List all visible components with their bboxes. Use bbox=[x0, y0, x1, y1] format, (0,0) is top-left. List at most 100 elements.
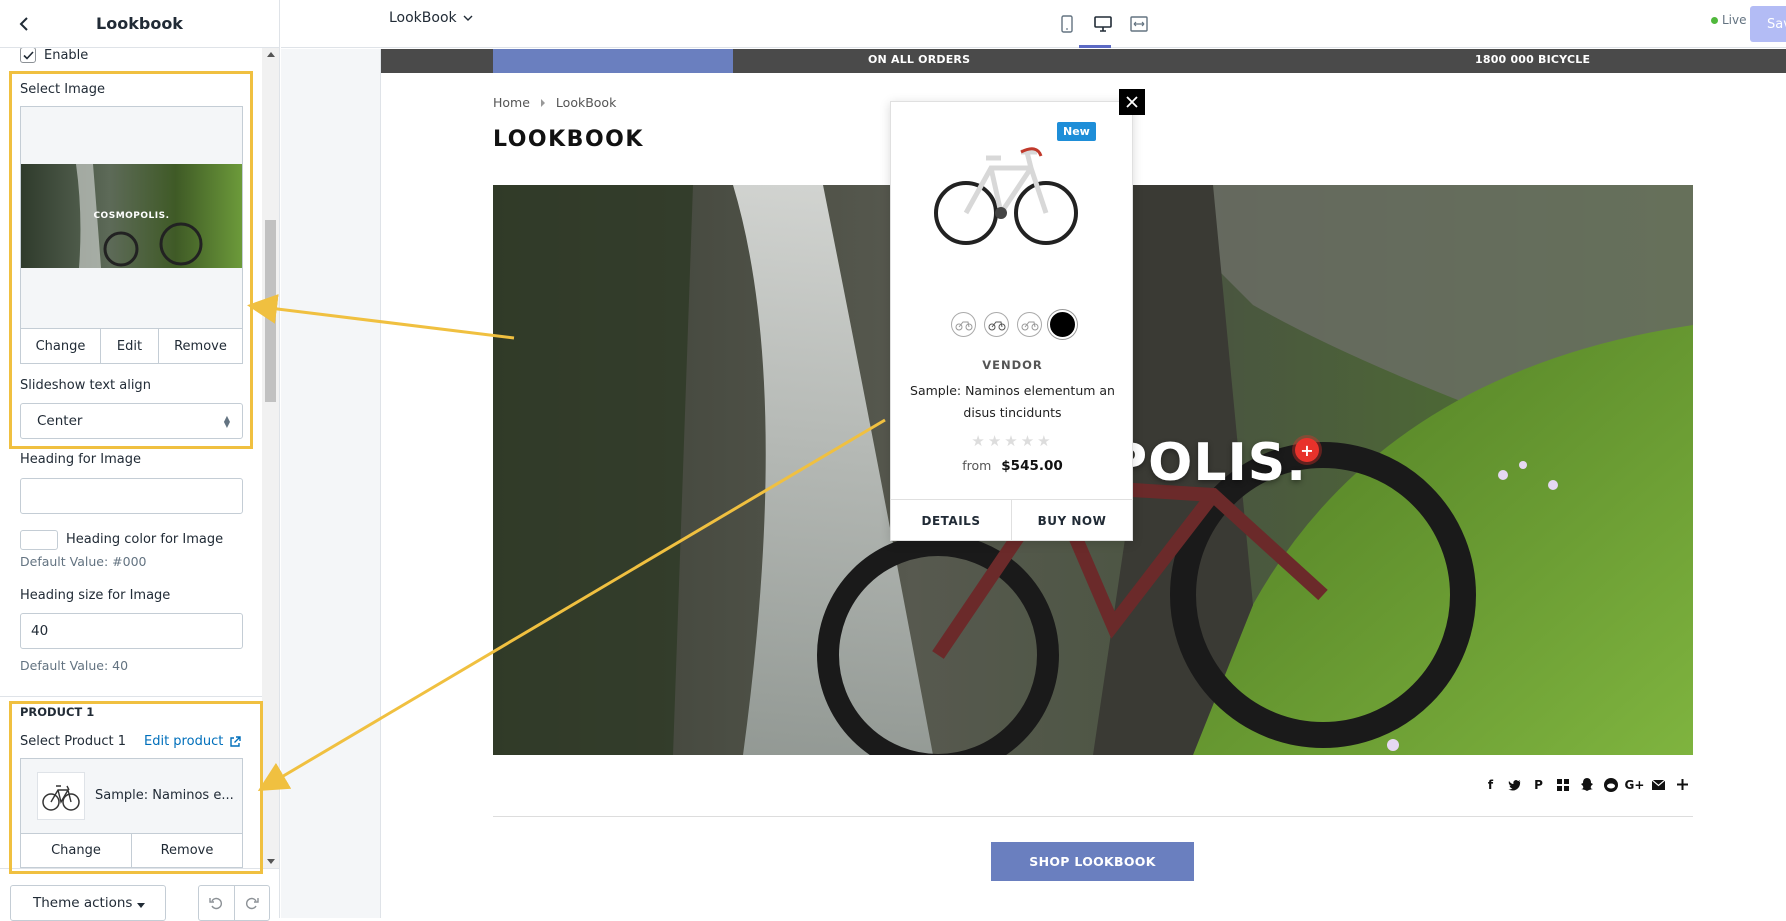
change-image-button[interactable]: Change bbox=[21, 329, 101, 363]
theme-actions-label: Theme actions bbox=[33, 895, 133, 911]
change-product-button[interactable]: Change bbox=[21, 834, 132, 867]
bicycle-icon bbox=[42, 785, 80, 811]
product-thumbnail bbox=[37, 772, 85, 820]
price-prefix: from bbox=[962, 458, 992, 473]
star-icon: ★ bbox=[1020, 432, 1038, 450]
checkmark-icon bbox=[22, 50, 34, 60]
grid-icon[interactable] bbox=[1554, 776, 1571, 793]
sidebar-scrollbar[interactable] bbox=[262, 48, 279, 868]
variant-swatch[interactable] bbox=[1017, 312, 1042, 337]
mobile-view-button[interactable] bbox=[1053, 10, 1081, 38]
expand-icon bbox=[1130, 16, 1148, 32]
breadcrumb: Home LookBook bbox=[493, 95, 616, 110]
scroll-up-icon[interactable] bbox=[267, 52, 275, 57]
bike-thumb-icon bbox=[1021, 321, 1038, 330]
breadcrumb-home[interactable]: Home bbox=[493, 95, 530, 110]
product-name: Sample: Naminos e... bbox=[95, 788, 234, 803]
breadcrumb-current: LookBook bbox=[555, 95, 617, 110]
bike-thumb-icon bbox=[955, 321, 972, 330]
selected-product-card: Sample: Naminos e... Change Remove bbox=[20, 758, 243, 868]
product-quickview-popup: New VENDOR Sample: Naminos elementum an … bbox=[890, 101, 1133, 541]
save-button[interactable]: Sav bbox=[1750, 6, 1786, 42]
product-hotspot[interactable]: + bbox=[1295, 438, 1319, 462]
redo-icon bbox=[245, 897, 259, 910]
hero-heading: POLIS. bbox=[1109, 433, 1308, 493]
page-selector[interactable]: LookBook bbox=[389, 10, 473, 26]
star-icon: ★ bbox=[1037, 432, 1054, 450]
twitter-icon[interactable] bbox=[1506, 776, 1523, 793]
caret-down-icon bbox=[137, 903, 145, 908]
heading-color-swatch[interactable] bbox=[20, 530, 58, 550]
edit-image-button[interactable]: Edit bbox=[101, 329, 159, 363]
pinterest-icon[interactable]: P bbox=[1530, 776, 1547, 793]
chevron-down-icon bbox=[463, 15, 473, 21]
fullscreen-view-button[interactable] bbox=[1125, 10, 1153, 38]
plus-icon[interactable] bbox=[1674, 776, 1691, 793]
page-title: LOOKBOOK bbox=[493, 127, 644, 152]
scrollbar-thumb[interactable] bbox=[265, 220, 276, 402]
back-button[interactable] bbox=[12, 12, 36, 36]
buy-now-button[interactable]: BUY NOW bbox=[1012, 500, 1132, 541]
image-caption: COSMOPOLIS. bbox=[93, 211, 170, 221]
theme-actions-button[interactable]: Theme actions bbox=[10, 885, 166, 921]
content-divider bbox=[493, 816, 1693, 817]
remove-product-button[interactable]: Remove bbox=[132, 834, 242, 867]
shop-lookbook-button[interactable]: SHOP LOOKBOOK bbox=[991, 842, 1194, 881]
breadcrumb-arrow-icon bbox=[540, 98, 545, 107]
sidebar-footer: Theme actions bbox=[0, 868, 279, 921]
reddit-icon[interactable] bbox=[1602, 776, 1619, 793]
text-align-value: Center bbox=[37, 413, 83, 429]
sidebar-title: Lookbook bbox=[96, 14, 183, 33]
edit-product-link[interactable]: Edit product bbox=[144, 734, 242, 749]
heading-size-input[interactable]: 40 bbox=[20, 613, 243, 649]
promo-strip: ON ALL ORDERS 1800 000 BICYCLE bbox=[381, 49, 1786, 73]
remove-image-button[interactable]: Remove bbox=[159, 329, 242, 363]
redo-button[interactable] bbox=[235, 886, 270, 920]
price-value: $545.00 bbox=[1001, 458, 1063, 474]
live-status: Live bbox=[1711, 13, 1747, 27]
scroll-down-icon[interactable] bbox=[267, 859, 275, 864]
text-align-select[interactable]: Center ▲ ▼ bbox=[20, 403, 243, 439]
variant-swatch-black[interactable] bbox=[1050, 312, 1075, 337]
chevron-left-icon bbox=[19, 17, 28, 31]
google-plus-icon[interactable]: G+ bbox=[1625, 776, 1645, 793]
image-picker[interactable]: COSMOPOLIS. bbox=[20, 106, 243, 364]
live-dot-icon bbox=[1711, 16, 1718, 24]
undo-redo-group bbox=[198, 885, 270, 921]
heading-input[interactable] bbox=[20, 478, 243, 514]
image-action-buttons: Change Edit Remove bbox=[20, 328, 243, 364]
close-popup-button[interactable] bbox=[1119, 89, 1145, 115]
promo-shipping-text: ON ALL ORDERS bbox=[868, 53, 971, 66]
close-icon bbox=[1126, 96, 1138, 108]
heading-label: Heading for Image bbox=[20, 452, 141, 467]
edit-product-text: Edit product bbox=[144, 734, 224, 749]
desktop-view-button[interactable] bbox=[1089, 10, 1117, 38]
device-toggle bbox=[1053, 10, 1153, 38]
details-button[interactable]: DETAILS bbox=[891, 500, 1012, 541]
promo-blue-block bbox=[493, 49, 733, 73]
editor-topbar: LookBook Live Sav bbox=[281, 0, 1786, 48]
undo-button[interactable] bbox=[199, 886, 235, 920]
snapchat-icon[interactable] bbox=[1578, 776, 1595, 793]
mobile-icon bbox=[1061, 15, 1073, 33]
rating-stars: ★★★★★ bbox=[891, 432, 1134, 450]
storefront-preview: ON ALL ORDERS 1800 000 BICYCLE Home Look… bbox=[380, 49, 1786, 918]
facebook-icon[interactable]: f bbox=[1482, 776, 1499, 793]
variant-swatch[interactable] bbox=[951, 312, 976, 337]
enable-checkbox[interactable] bbox=[20, 48, 36, 63]
product-vendor: VENDOR bbox=[982, 358, 1043, 372]
select-product-label: Select Product 1 bbox=[20, 734, 126, 749]
desktop-icon bbox=[1094, 16, 1112, 32]
variant-swatch[interactable] bbox=[984, 312, 1009, 337]
email-icon[interactable] bbox=[1650, 776, 1667, 793]
popup-actions: DETAILS BUY NOW bbox=[891, 499, 1132, 541]
star-icon: ★ bbox=[1004, 432, 1021, 450]
heading-size-label: Heading size for Image bbox=[20, 588, 171, 603]
section-divider bbox=[0, 696, 263, 697]
product-title[interactable]: Sample: Naminos elementum an disus tinci… bbox=[907, 380, 1118, 424]
bike-thumb-icon bbox=[988, 321, 1005, 330]
product-action-buttons: Change Remove bbox=[21, 833, 242, 867]
heading-color-default: Default Value: #000 bbox=[20, 554, 147, 569]
new-badge: New bbox=[1057, 122, 1096, 141]
product-section-heading: PRODUCT 1 bbox=[20, 705, 95, 719]
